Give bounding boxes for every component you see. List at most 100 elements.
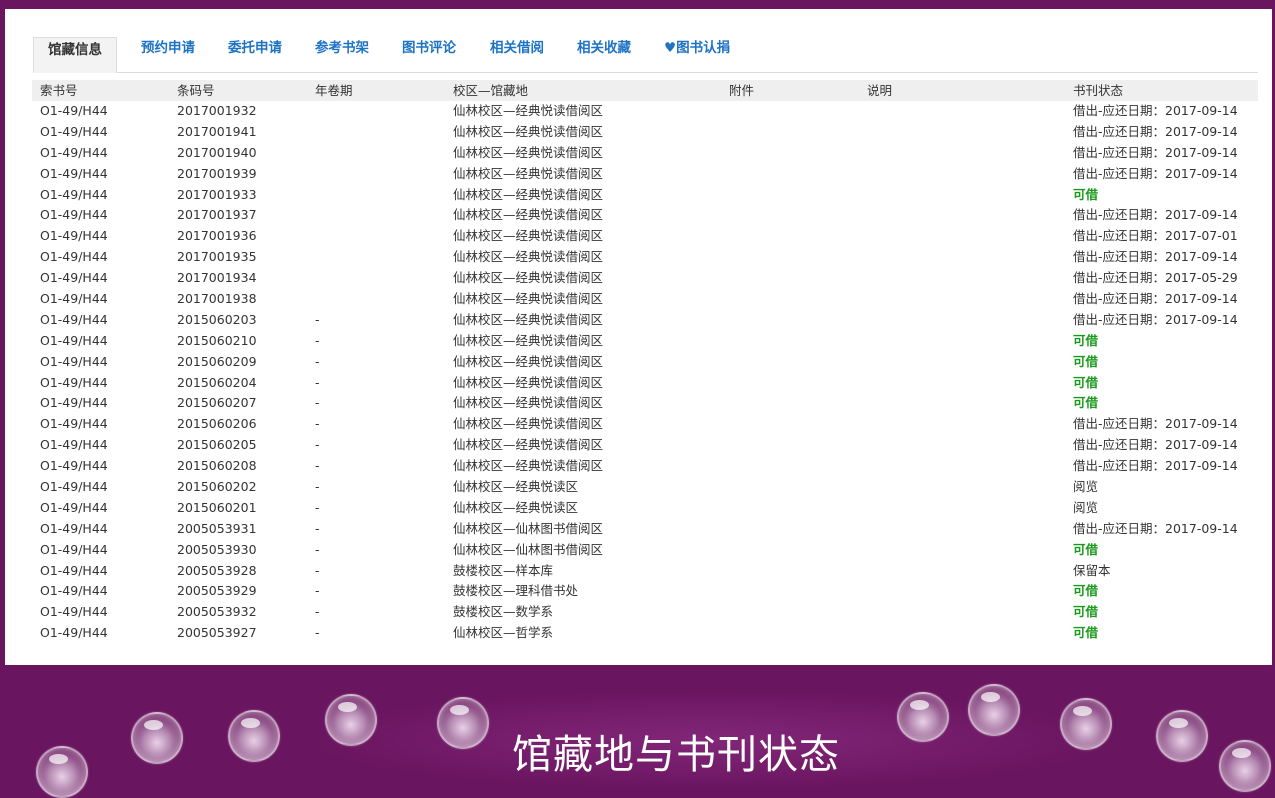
- cell-status: 阅览: [1073, 499, 1099, 515]
- table-row: O1-49/H44 2005053927 - 仙林校区—哲学系 可借: [32, 623, 1258, 644]
- tab-0[interactable]: 馆藏信息: [33, 37, 117, 73]
- tab-1[interactable]: 预约申请: [141, 36, 195, 72]
- cell-loc: 仙林校区—经典悦读借阅区: [453, 332, 604, 348]
- table-row: O1-49/H44 2017001935 仙林校区—经典悦读借阅区 借出-应还日期：2…: [32, 247, 1258, 268]
- column-header[interactable]: 说明: [867, 80, 892, 101]
- cell-call: O1-49/H44: [40, 583, 108, 599]
- table-row: O1-49/H44 2015060207 - 仙林校区—经典悦读借阅区 可借: [32, 393, 1258, 414]
- cell-status: 借出-应还日期：2017-09-14: [1073, 249, 1238, 265]
- cell-barcode: 2017001934: [177, 270, 257, 286]
- cell-loc: 仙林校区—仙林图书借阅区: [453, 520, 604, 536]
- cell-loc: 仙林校区—经典悦读借阅区: [453, 207, 604, 223]
- tab-6[interactable]: 相关收藏: [577, 36, 631, 72]
- bubble-decoration: [36, 746, 88, 798]
- cell-status: 可借: [1073, 395, 1099, 411]
- tab-7[interactable]: ♥图书认捐: [664, 36, 730, 72]
- cell-loc: 鼓楼校区—数学系: [453, 604, 554, 620]
- column-header[interactable]: 索书号: [40, 80, 78, 101]
- cell-loc: 仙林校区—经典悦读借阅区: [453, 374, 604, 390]
- table-row: O1-49/H44 2017001937 仙林校区—经典悦读借阅区 借出-应还日期：2…: [32, 205, 1258, 226]
- cell-barcode: 2015060201: [177, 499, 257, 515]
- tab-4[interactable]: 图书评论: [402, 36, 456, 72]
- cell-barcode: 2017001933: [177, 186, 257, 202]
- cell-barcode: 2017001940: [177, 144, 257, 160]
- bubble-decoration: [1060, 698, 1112, 750]
- table-row: O1-49/H44 2005053930 - 仙林校区—仙林图书借阅区 可借: [32, 540, 1258, 561]
- cell-call: O1-49/H44: [40, 186, 108, 202]
- column-header[interactable]: 年卷期: [315, 80, 353, 101]
- tab-bar: 馆藏信息 预约申请 委托申请 参考书架 图书评论 相关借阅 相关收藏 ♥图书认捐: [33, 36, 1258, 73]
- table-header: 索书号 条码号 年卷期 校区—馆藏地 附件 说明 书刊状态: [32, 80, 1258, 101]
- bubble-decoration: [897, 692, 949, 742]
- cell-loc: 鼓楼校区—理科借书处: [453, 583, 579, 599]
- cell-loc: 仙林校区—哲学系: [453, 625, 554, 641]
- cell-call: O1-49/H44: [40, 437, 108, 453]
- table-row: O1-49/H44 2005053928 - 鼓楼校区—样本库 保留本: [32, 561, 1258, 582]
- cell-vol: -: [315, 562, 320, 578]
- bubble-decoration: [325, 694, 377, 746]
- bubble-decoration: [437, 697, 489, 749]
- cell-vol: -: [315, 395, 320, 411]
- cell-status: 可借: [1073, 374, 1099, 390]
- table-row: O1-49/H44 2015060206 - 仙林校区—经典悦读借阅区 借出-应还日期：…: [32, 414, 1258, 435]
- tab-5[interactable]: 相关借阅: [490, 36, 544, 72]
- bubble-decoration: [1219, 740, 1271, 792]
- table-row: O1-49/H44 2005053932 - 鼓楼校区—数学系 可借: [32, 602, 1258, 623]
- table-row: O1-49/H44 2005053929 - 鼓楼校区—理科借书处 可借: [32, 581, 1258, 602]
- cell-vol: -: [315, 541, 320, 557]
- cell-vol: -: [315, 332, 320, 348]
- bubble-decoration: [131, 712, 183, 764]
- table-row: O1-49/H44 2017001941 仙林校区—经典悦读借阅区 借出-应还日期：2…: [32, 122, 1258, 143]
- cell-loc: 鼓楼校区—样本库: [453, 562, 554, 578]
- holdings-panel: 馆藏信息 预约申请 委托申请 参考书架 图书评论 相关借阅 相关收藏 ♥图书认捐 索书号 条码号…: [5, 9, 1272, 665]
- cell-barcode: 2015060206: [177, 416, 257, 432]
- table-row: O1-49/H44 2017001936 仙林校区—经典悦读借阅区 借出-应还日期：2…: [32, 226, 1258, 247]
- cell-vol: -: [315, 625, 320, 641]
- cell-loc: 仙林校区—经典悦读借阅区: [453, 458, 604, 474]
- cell-status: 可借: [1073, 625, 1099, 641]
- cell-loc: 仙林校区—经典悦读借阅区: [453, 416, 604, 432]
- cell-loc: 仙林校区—经典悦读借阅区: [453, 186, 604, 202]
- tab-2[interactable]: 委托申请: [228, 36, 282, 72]
- table-row: O1-49/H44 2017001932 仙林校区—经典悦读借阅区 借出-应还日期：2…: [32, 101, 1258, 122]
- cell-call: O1-49/H44: [40, 144, 108, 160]
- cell-status: 可借: [1073, 541, 1099, 557]
- cell-barcode: 2005053928: [177, 562, 257, 578]
- cell-call: O1-49/H44: [40, 165, 108, 181]
- cell-vol: -: [315, 583, 320, 599]
- cell-loc: 仙林校区—经典悦读借阅区: [453, 103, 604, 118]
- cell-barcode: 2017001938: [177, 291, 257, 307]
- cell-status: 借出-应还日期：2017-09-14: [1073, 165, 1238, 181]
- cell-barcode: 2005053930: [177, 541, 257, 557]
- tab-3[interactable]: 参考书架: [315, 36, 369, 72]
- cell-status: 借出-应还日期：2017-09-14: [1073, 144, 1238, 160]
- cell-call: O1-49/H44: [40, 353, 108, 369]
- cell-status: 借出-应还日期：2017-09-14: [1073, 103, 1238, 118]
- cell-loc: 仙林校区—经典悦读区: [453, 499, 579, 515]
- column-header[interactable]: 书刊状态: [1073, 80, 1123, 101]
- cell-status: 借出-应还日期：2017-09-14: [1073, 458, 1238, 474]
- cell-loc: 仙林校区—经典悦读借阅区: [453, 291, 604, 307]
- column-header[interactable]: 附件: [729, 80, 754, 101]
- column-header[interactable]: 校区—馆藏地: [453, 80, 528, 101]
- cell-call: O1-49/H44: [40, 416, 108, 432]
- table-row: O1-49/H44 2015060210 - 仙林校区—经典悦读借阅区 可借: [32, 331, 1258, 352]
- table-row: O1-49/H44 2015060204 - 仙林校区—经典悦读借阅区 可借: [32, 373, 1258, 394]
- cell-barcode: 2017001941: [177, 123, 257, 139]
- cell-vol: -: [315, 311, 320, 327]
- cell-vol: -: [315, 458, 320, 474]
- cell-status: 借出-应还日期：2017-09-14: [1073, 416, 1238, 432]
- cell-call: O1-49/H44: [40, 249, 108, 265]
- cell-call: O1-49/H44: [40, 270, 108, 286]
- cell-barcode: 2015060210: [177, 332, 257, 348]
- cell-status: 可借: [1073, 604, 1099, 620]
- cell-status: 借出-应还日期：2017-09-14: [1073, 311, 1238, 327]
- cell-barcode: 2005053932: [177, 604, 257, 620]
- cell-barcode: 2015060208: [177, 458, 257, 474]
- cell-loc: 仙林校区—经典悦读借阅区: [453, 437, 604, 453]
- cell-status: 可借: [1073, 353, 1099, 369]
- column-header[interactable]: 条码号: [177, 80, 215, 101]
- cell-barcode: 2005053929: [177, 583, 257, 599]
- cell-vol: -: [315, 416, 320, 432]
- cell-loc: 仙林校区—经典悦读借阅区: [453, 249, 604, 265]
